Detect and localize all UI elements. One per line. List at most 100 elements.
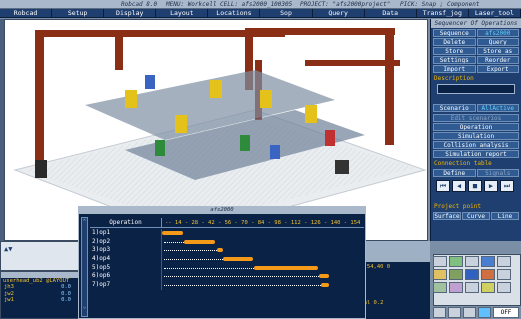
gantt-track	[162, 272, 364, 281]
stop-icon[interactable]: ■	[468, 180, 482, 192]
operation-bar[interactable]	[254, 265, 319, 270]
collision-analysis-button[interactable]: Collision analysis	[433, 141, 519, 149]
tool-icon-grid	[433, 256, 519, 293]
operation-button[interactable]: Operation	[433, 123, 519, 131]
menu-display[interactable]: Display	[104, 9, 157, 17]
sequence-name-field[interactable]: afs2000	[476, 29, 519, 37]
import-button[interactable]: Import	[433, 65, 476, 73]
gantt-track	[162, 246, 364, 255]
scenario-value-field[interactable]: AllActive	[476, 104, 519, 112]
scenario-button[interactable]: Scenario	[433, 104, 476, 112]
fixture-tool-icon[interactable]	[497, 282, 511, 293]
pan-icon[interactable]	[463, 307, 476, 318]
operation-bar[interactable]	[184, 239, 216, 244]
menu-transf-jog[interactable]: Transf_jog	[417, 9, 469, 17]
simulation-report-button[interactable]: Simulation report	[433, 150, 519, 158]
tool-icon-area: OFF	[430, 241, 521, 319]
curve-button[interactable]: Curve	[462, 212, 490, 220]
query-button[interactable]: Query	[476, 38, 519, 46]
sequencer-title: Sequencer Of Operations	[431, 19, 521, 28]
off-toggle[interactable]: OFF	[493, 307, 519, 318]
menu-laser-tool[interactable]: Laser_tool	[469, 9, 521, 17]
gantt-row[interactable]: 2)op2	[90, 237, 364, 247]
wait-line	[164, 241, 185, 243]
joint-row: jw1 0.0	[1, 297, 81, 304]
wait-line	[164, 250, 218, 252]
gantt-row[interactable]: 1)op1	[90, 229, 364, 238]
joint-name: jw1	[4, 297, 14, 303]
settings-button[interactable]: Settings	[433, 56, 476, 64]
gantt-row[interactable]: 7)op7	[90, 281, 364, 290]
gantt-track	[162, 264, 364, 273]
tree-tool-icon[interactable]	[449, 256, 463, 267]
play-tool-icon[interactable]	[465, 269, 479, 280]
scroll-up-icon[interactable]: ⌃	[82, 218, 87, 225]
gantt-row[interactable]: 3)op3	[90, 246, 364, 256]
menu-setup[interactable]: Setup	[52, 9, 105, 17]
sim-status-text: ed	[357, 271, 428, 278]
frame-tool-icon[interactable]	[433, 282, 447, 293]
play-backward-icon[interactable]: ◀	[452, 180, 466, 192]
menu-layout[interactable]: Layout	[156, 9, 209, 17]
sequence-button[interactable]: Sequence	[433, 29, 476, 37]
skip-to-start-icon[interactable]: ⏮	[436, 180, 450, 192]
view-tool-icon[interactable]	[433, 256, 447, 267]
rotate-icon[interactable]	[448, 307, 461, 318]
measure-tool-icon[interactable]	[433, 269, 447, 280]
connection-table-label: Connection table	[434, 160, 492, 167]
scroll-down-icon[interactable]: ⌄	[82, 303, 87, 310]
snap-tool-icon[interactable]	[465, 282, 479, 293]
gun-tool-icon[interactable]	[481, 282, 495, 293]
edit-scenarios-button[interactable]: Edit scenarios	[433, 114, 519, 122]
export-button[interactable]: Export	[476, 65, 519, 73]
gantt-row[interactable]: 4)op4	[90, 255, 364, 264]
gantt-row[interactable]: 6)op6	[90, 272, 364, 282]
grid-tool-icon[interactable]	[465, 256, 479, 267]
description-field[interactable]	[437, 84, 515, 94]
wait-line	[164, 276, 320, 278]
axis-tool-icon[interactable]	[449, 282, 463, 293]
zoom-icon[interactable]	[433, 307, 446, 318]
gantt-track	[162, 229, 364, 238]
store-button[interactable]: Store	[433, 47, 476, 55]
menu-sop[interactable]: Sop	[260, 9, 313, 17]
define-button[interactable]: Define	[433, 169, 476, 177]
menu-query[interactable]: Query	[313, 9, 365, 17]
robot-tool-icon[interactable]	[481, 256, 495, 267]
operation-bar[interactable]	[222, 257, 254, 262]
gantt-rows: 1)op1 2)op2 3)op3 4)op4 5)op5 6)op6 7)op7	[90, 229, 364, 290]
layout-tool-icon[interactable]	[449, 269, 463, 280]
scroll-arrows-icon[interactable]: ▲▼	[4, 245, 12, 253]
menu-data[interactable]: Data	[365, 9, 417, 17]
line-button[interactable]: Line	[491, 212, 519, 220]
time-scale: -- 14 - 28 - 42 - 56 - 70 - 84 - 98 - 11…	[165, 220, 364, 226]
gantt-row[interactable]: 5)op5	[90, 263, 364, 273]
delete-button[interactable]: Delete	[433, 38, 476, 46]
signals-button[interactable]: Signals	[476, 169, 519, 177]
menu-locations[interactable]: Locations	[208, 9, 261, 17]
playback-controls: ⏮ ◀ ■ ▶ ⏭	[431, 178, 521, 194]
wait-line	[164, 267, 255, 269]
help-icon[interactable]	[478, 307, 491, 318]
operation-bar[interactable]	[321, 283, 329, 288]
skip-to-end-icon[interactable]: ⏭	[500, 180, 514, 192]
operation-bar[interactable]	[162, 231, 184, 235]
operation-label: 2)op2	[90, 237, 162, 247]
gantt-scrollbar[interactable]: ⌃ ⌄	[81, 217, 88, 317]
menu-robcad[interactable]: Robcad	[0, 9, 53, 17]
camera-tool-icon[interactable]	[497, 256, 511, 267]
play-forward-icon[interactable]: ▶	[484, 180, 498, 192]
simulation-button[interactable]: Simulation	[433, 132, 519, 140]
wait-line	[164, 285, 322, 287]
menu-bar: Robcad Setup Display Layout Locations So…	[0, 9, 521, 18]
surface-button[interactable]: Surface	[433, 212, 461, 220]
viewport-scroll-controls: ▲▼	[0, 241, 82, 271]
store-as-button[interactable]: Store as	[476, 47, 519, 55]
operation-bar[interactable]	[217, 248, 223, 253]
operation-bar[interactable]	[319, 274, 329, 279]
operation-label: 1)op1	[90, 229, 162, 238]
reorder-button[interactable]: Reorder	[476, 56, 519, 64]
operation-label: 4)op4	[90, 255, 162, 264]
path-tool-icon[interactable]	[481, 269, 495, 280]
weld-tool-icon[interactable]	[497, 269, 511, 280]
